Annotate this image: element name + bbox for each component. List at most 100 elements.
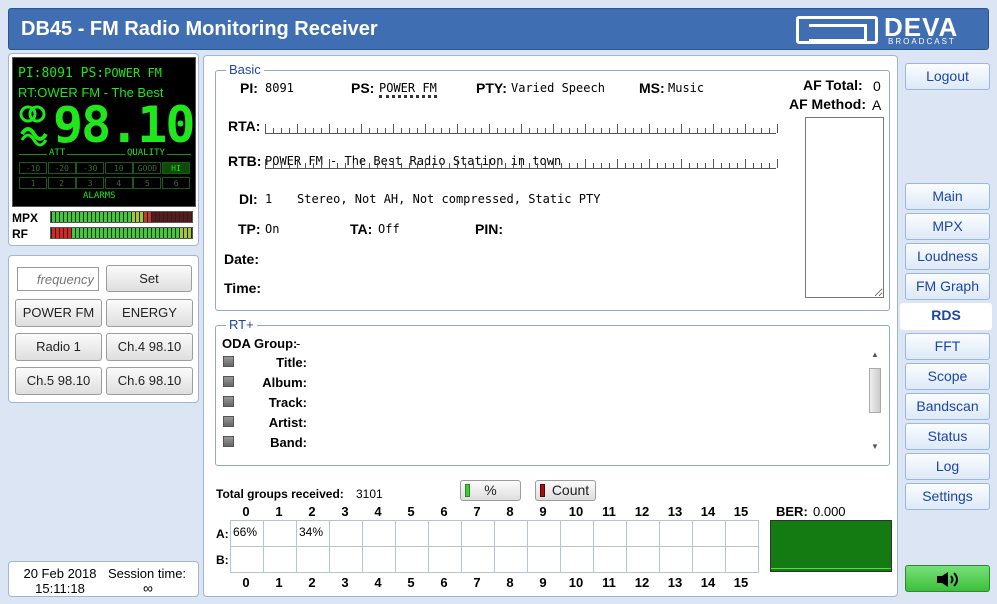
group-column-footer: 10 (568, 575, 584, 590)
session-time-label: Session time: (108, 566, 187, 581)
meter-segment (144, 212, 147, 222)
meter-segment (148, 228, 151, 238)
meter-segment (64, 212, 67, 222)
group-column-header: 1 (275, 504, 283, 519)
meter-segment (56, 228, 59, 238)
meter-segment (156, 212, 159, 222)
group-column-header: 8 (506, 504, 514, 519)
meter-segment (64, 228, 67, 238)
logout-button[interactable]: Logout (905, 63, 990, 90)
app-title: DB45 - FM Radio Monitoring Receiver (21, 18, 378, 40)
group-column-footer: 1 (275, 575, 283, 590)
meter-segment (132, 212, 135, 222)
oda-group-value: - (296, 336, 301, 351)
meter-segment (84, 228, 87, 238)
percent-toggle[interactable]: % (460, 480, 521, 501)
rtplus-toggle-3[interactable] (223, 416, 234, 427)
rtplus-toggle-1[interactable] (223, 376, 234, 387)
nav-rds[interactable]: RDS (900, 303, 992, 330)
group-column-header: 13 (667, 504, 683, 519)
group-cell-a-3 (329, 520, 363, 547)
rtplus-group: RT+ (215, 317, 890, 466)
preset-button-3[interactable]: Radio 1 (15, 333, 102, 361)
scroll-down-icon[interactable]: ▼ (871, 442, 879, 451)
percent-label: % (484, 482, 497, 498)
app-header: DB45 - FM Radio Monitoring Receiver DEVA… (8, 8, 989, 50)
nav-status[interactable]: Status (905, 423, 990, 450)
group-column-header: 2 (308, 504, 316, 519)
group-cell-b-8 (494, 546, 528, 573)
group-column-header: 6 (440, 504, 448, 519)
meter-segment (140, 212, 143, 222)
group-cell-a-0: 66% (230, 520, 264, 547)
lcd-frequency: 98.10 (53, 96, 196, 154)
nav-mpx[interactable]: MPX (905, 213, 990, 240)
nav-fft[interactable]: FFT (905, 333, 990, 360)
meter-segment (188, 212, 191, 222)
logo-sub: BROADCAST (888, 37, 956, 46)
preset-button-5[interactable]: Ch.5 98.10 (15, 367, 102, 395)
meter-segment (188, 228, 191, 238)
meter-segment (116, 212, 119, 222)
meter-segment (168, 228, 171, 238)
meter-segment (88, 212, 91, 222)
group-cell-b-4 (362, 546, 396, 573)
db-logo-glyph (796, 16, 878, 44)
alarm-cell: 2 (47, 177, 76, 189)
preset-button-2[interactable]: ENERGY (106, 299, 193, 327)
group-cell-a-13 (659, 520, 693, 547)
nav-settings[interactable]: Settings (905, 483, 990, 510)
lcd-indicator-cell: -10 (19, 162, 47, 174)
ms-value: Music (668, 81, 705, 95)
rtb-ruler (265, 159, 778, 169)
group-cell-a-4 (362, 520, 396, 547)
lcd-indicator-grid: -10 -20 -30 10 GOOD HI 1 2 3 4 5 6 (19, 162, 191, 194)
group-row-label: A: (216, 527, 229, 541)
af-total-label: AF Total: (803, 77, 863, 93)
af-method-label: AF Method: (789, 96, 866, 112)
meter-segment (108, 212, 111, 222)
nav-bandscan[interactable]: Bandscan (905, 393, 990, 420)
group-column-header: 5 (407, 504, 415, 519)
nav-loudness[interactable]: Loudness (905, 243, 990, 270)
rtplus-scrollbar[interactable]: ▲ ▼ (868, 350, 882, 454)
preset-button-6[interactable]: Ch.6 98.10 (106, 367, 193, 395)
mpx-label: MPX (12, 211, 39, 225)
alarms-label: ALARMS (83, 191, 116, 201)
rtplus-toggle-0[interactable] (223, 356, 234, 367)
count-toggle[interactable]: Count (535, 480, 596, 501)
meter-segment (52, 212, 55, 222)
group-column-footer: 6 (440, 575, 448, 590)
meter-segment (124, 228, 127, 238)
meter-segment (164, 212, 167, 222)
frequency-input[interactable] (17, 267, 99, 291)
scroll-up-icon[interactable]: ▲ (871, 350, 879, 359)
nav-main[interactable]: Main (905, 183, 990, 210)
meter-segment (92, 228, 95, 238)
nav-scope[interactable]: Scope (905, 363, 990, 390)
ta-value: Off (378, 222, 400, 236)
rtplus-toggle-2[interactable] (223, 396, 234, 407)
nav-log[interactable]: Log (905, 453, 990, 480)
scroll-thumb[interactable] (869, 368, 881, 413)
set-button[interactable]: Set (106, 265, 192, 292)
meter-segment (160, 212, 163, 222)
rtplus-field-label: Band: (270, 435, 307, 450)
af-list[interactable] (805, 117, 884, 298)
rf-label: RF (12, 227, 28, 241)
rtplus-toggle-4[interactable] (223, 436, 234, 447)
alarm-cell: 5 (133, 177, 162, 189)
preset-button-1[interactable]: POWER FM (15, 299, 102, 327)
group-column-footer: 3 (341, 575, 349, 590)
audio-button[interactable] (905, 565, 990, 592)
group-row-label: B: (216, 553, 229, 567)
preset-button-4[interactable]: Ch.4 98.10 (106, 333, 193, 361)
di-value: 1 (265, 192, 273, 206)
group-cell-b-11 (593, 546, 627, 573)
meter-segment (84, 212, 87, 222)
meter-segment (116, 228, 119, 238)
oda-group-label: ODA Group: (222, 336, 298, 351)
meter-segment (132, 228, 135, 238)
meter-segment (96, 228, 99, 238)
nav-fm-graph[interactable]: FM Graph (905, 273, 990, 300)
